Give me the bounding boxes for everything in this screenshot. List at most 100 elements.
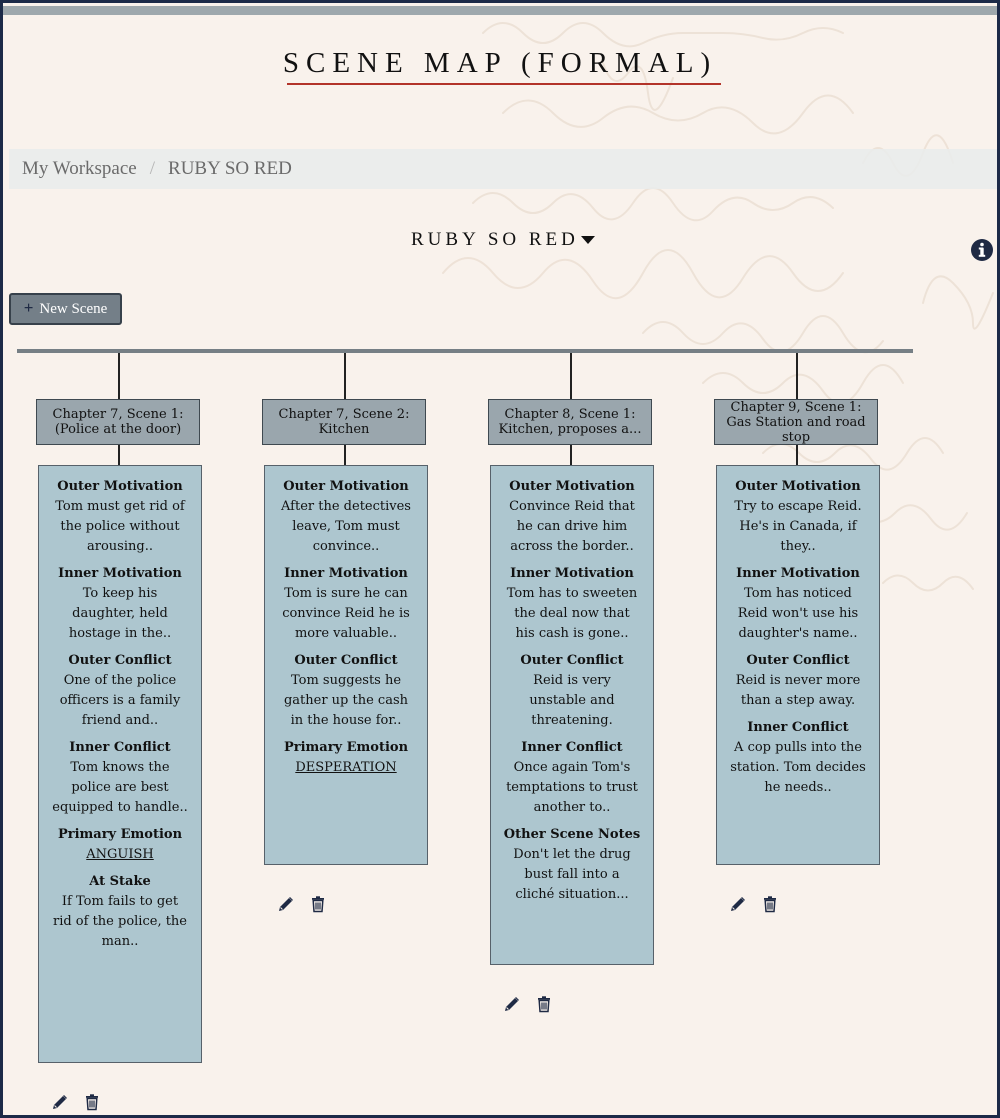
scene-card[interactable]: Outer Motivation After the detectives lea…: [264, 465, 428, 865]
scene-field-title: Outer Motivation: [57, 479, 183, 494]
scene-field-title: Inner Motivation: [510, 566, 634, 581]
scene-field: Outer Motivation Try to escape Reid. He's…: [717, 477, 879, 557]
timeline-line: [17, 349, 913, 353]
trash-icon[interactable]: [761, 895, 779, 913]
scene-field-text: Tom is sure he can convince Reid he is m…: [282, 586, 410, 641]
scene-field-title: Inner Motivation: [58, 566, 182, 581]
scene-field: Primary Emotion ANGUISH: [39, 825, 201, 865]
scene-actions: [277, 895, 327, 913]
scene-field-text: Try to escape Reid. He's in Canada, if t…: [734, 499, 862, 554]
scene-field: Inner Motivation Tom has to sweeten the d…: [491, 564, 653, 644]
trash-icon[interactable]: [309, 895, 327, 913]
scene-field-text: Don't let the drug bust fall into a clic…: [513, 847, 631, 902]
app-frame: SCENE MAP (FORMAL) My Workspace / RUBY S…: [3, 3, 997, 1115]
scene-field-title: Inner Conflict: [747, 720, 849, 735]
scene-field: Outer Conflict One of the police officers…: [39, 651, 201, 731]
scene-card[interactable]: Outer Motivation Try to escape Reid. He's…: [716, 465, 880, 865]
scene-connector: [570, 353, 572, 399]
scene-field: Inner Conflict Tom knows the police are b…: [39, 738, 201, 818]
scene-field: Primary Emotion DESPERATION: [265, 738, 427, 778]
scene-field-title: Outer Motivation: [509, 479, 635, 494]
pencil-icon[interactable]: [503, 995, 521, 1013]
trash-icon[interactable]: [535, 995, 553, 1013]
trash-icon[interactable]: [83, 1093, 101, 1111]
scene-field-text: If Tom fails to get rid of the police, t…: [52, 894, 187, 949]
caret-down-icon: [580, 235, 595, 244]
breadcrumb-current: RUBY SO RED: [168, 158, 292, 179]
scene-connector: [570, 445, 572, 465]
scene-field-title: Outer Motivation: [283, 479, 409, 494]
breadcrumb-separator: /: [149, 158, 156, 179]
scene-connector: [118, 445, 120, 465]
scene-field-text: Tom has to sweeten the deal now that his…: [506, 586, 638, 641]
info-circle-icon[interactable]: [970, 238, 994, 262]
pencil-icon[interactable]: [277, 895, 295, 913]
pencil-icon[interactable]: [729, 895, 747, 913]
scene-connector: [796, 353, 798, 399]
scene-field-title: Outer Conflict: [294, 653, 398, 668]
scene-field: Inner Motivation Tom has noticed Reid won…: [717, 564, 879, 644]
scene-connector: [344, 353, 346, 399]
scene-connector: [796, 445, 798, 465]
breadcrumb-workspace-link[interactable]: My Workspace: [22, 158, 137, 180]
scene-field-title: Inner Conflict: [69, 740, 171, 755]
top-bar: [3, 6, 997, 15]
plus-icon: +: [23, 298, 34, 317]
scene-heading[interactable]: Chapter 7, Scene 2: Kitchen: [262, 399, 426, 445]
project-selector-label: RUBY SO RED: [411, 229, 579, 250]
scene-field-text: Tom has noticed Reid won't use his daugh…: [737, 586, 859, 641]
scene-field-text: Once again Tom's temptations to trust an…: [506, 760, 638, 815]
new-scene-label: New Scene: [39, 300, 108, 317]
scene-field-text: One of the police officers is a family f…: [59, 673, 181, 728]
scene-field: Outer Conflict Tom suggests he gather up …: [265, 651, 427, 731]
scene-field: Outer Motivation Convince Reid that he ca…: [491, 477, 653, 557]
breadcrumb: My Workspace / RUBY SO RED: [9, 149, 997, 189]
scene-field-title: Inner Motivation: [736, 566, 860, 581]
scene-card[interactable]: Outer Motivation Convince Reid that he ca…: [490, 465, 654, 965]
scene-field-text: After the detectives leave, Tom must con…: [281, 499, 411, 554]
scene-actions: [51, 1093, 101, 1111]
scene-field: Other Scene Notes Don't let the drug bust…: [491, 825, 653, 905]
scene-field-title: Outer Conflict: [520, 653, 624, 668]
scene-field: Inner Motivation Tom is sure he can convi…: [265, 564, 427, 644]
scene-field-title: Primary Emotion: [57, 827, 183, 842]
scene-field: Inner Conflict Once again Tom's temptatio…: [491, 738, 653, 818]
scene-card[interactable]: Outer Motivation Tom must get rid of the …: [38, 465, 202, 1063]
scene-heading[interactable]: Chapter 8, Scene 1: Kitchen, proposes a.…: [488, 399, 652, 445]
scene-connector: [344, 445, 346, 465]
scene-field-title: Outer Conflict: [68, 653, 172, 668]
scene-actions: [503, 995, 553, 1013]
project-selector[interactable]: RUBY SO RED: [411, 229, 595, 251]
scene-field: Inner Conflict A cop pulls into the stati…: [717, 718, 879, 798]
pencil-icon[interactable]: [51, 1093, 69, 1111]
scene-field: Outer Motivation Tom must get rid of the …: [39, 477, 201, 557]
scene-field-text: Tom knows the police are best equipped t…: [52, 760, 188, 815]
scene-field-text: A cop pulls into the station. Tom decide…: [730, 740, 866, 795]
scene-emotion-link[interactable]: ANGUISH: [39, 845, 201, 865]
scene-field-title: Outer Motivation: [735, 479, 861, 494]
scene-field-title: At Stake: [89, 874, 151, 889]
scene-field-title: Inner Motivation: [284, 566, 408, 581]
scene-field: At Stake If Tom fails to get rid of the p…: [39, 872, 201, 952]
scene-field: Outer Conflict Reid is very unstable and …: [491, 651, 653, 731]
scene-connector: [118, 353, 120, 399]
scene-emotion-link[interactable]: DESPERATION: [265, 758, 427, 778]
scene-field: Outer Motivation After the detectives lea…: [265, 477, 427, 557]
scene-actions: [729, 895, 779, 913]
title-underline: [287, 83, 721, 85]
page-title: SCENE MAP (FORMAL): [282, 47, 718, 79]
scene-field: Outer Conflict Reid is never more than a …: [717, 651, 879, 711]
scene-field-text: To keep his daughter, held hostage in th…: [68, 586, 172, 641]
scene-heading[interactable]: Chapter 9, Scene 1: Gas Station and road…: [714, 399, 878, 445]
scene-field-text: Convince Reid that he can drive him acro…: [509, 499, 635, 554]
scene-field-title: Primary Emotion: [283, 740, 409, 755]
scene-heading[interactable]: Chapter 7, Scene 1: (Police at the door): [36, 399, 200, 445]
new-scene-button[interactable]: + New Scene: [9, 293, 122, 325]
scene-field-text: Reid is very unstable and threatening.: [529, 673, 615, 728]
scene-field-text: Tom suggests he gather up the cash in th…: [283, 673, 409, 728]
scene-field-title: Inner Conflict: [521, 740, 623, 755]
scene-field-text: Reid is never more than a step away.: [735, 673, 861, 708]
scene-field-title: Other Scene Notes: [503, 827, 641, 842]
scene-field: Inner Motivation To keep his daughter, he…: [39, 564, 201, 644]
scene-field-text: Tom must get rid of the police without a…: [55, 499, 185, 554]
